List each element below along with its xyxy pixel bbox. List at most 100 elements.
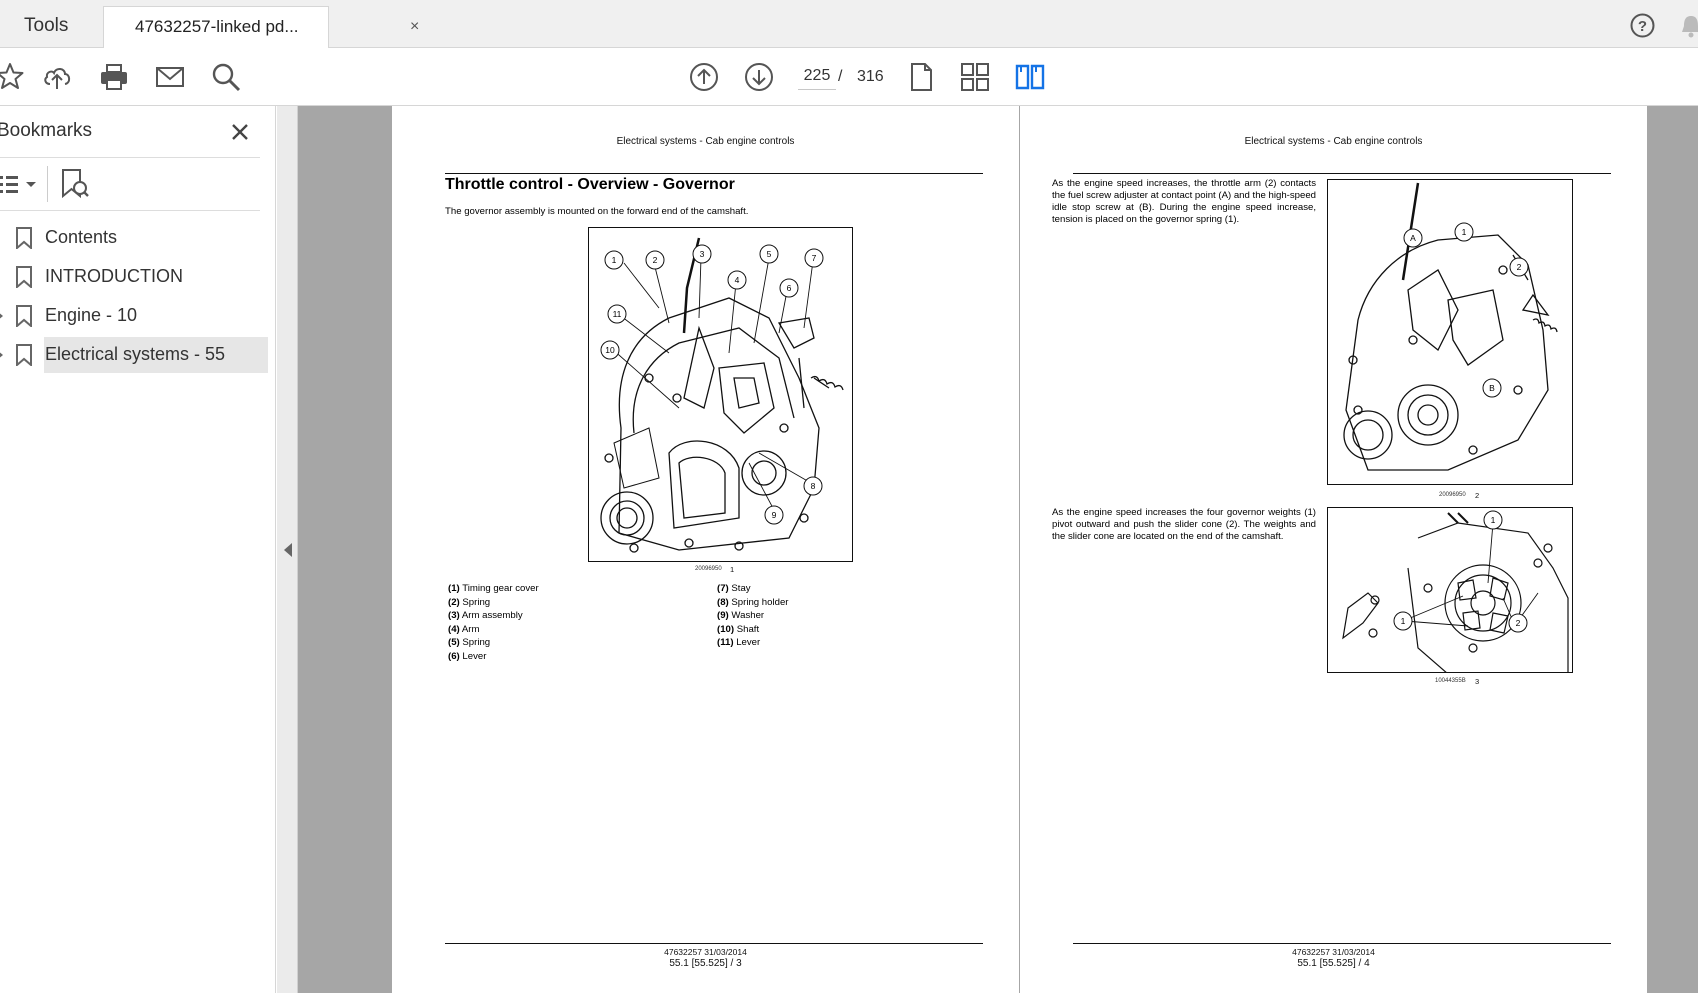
svg-text:6: 6 [787, 283, 792, 293]
callout-9: 9 [764, 505, 784, 525]
svg-text:3: 3 [700, 249, 705, 259]
figure-number: 1 [730, 565, 735, 574]
legend-item: (1) Timing gear cover [448, 583, 539, 594]
bookmark-item-contents[interactable]: Contents [0, 220, 268, 256]
close-panel-icon[interactable] [228, 120, 252, 144]
legend-item: (8) Spring holder [717, 596, 789, 608]
callout-6: 6 [779, 278, 799, 298]
bookmark-item-engine[interactable]: Engine - 10 [0, 298, 268, 334]
figure-number: 3 [1475, 677, 1480, 686]
bookmark-icon [16, 227, 32, 249]
sidebar-divider [0, 210, 260, 211]
legend-column-left: (1) Timing gear cover (2) Spring (3) Arm… [448, 582, 688, 663]
page-header: Electrical systems - Cab engine controls [1244, 136, 1423, 147]
collapse-arrow-icon[interactable] [284, 543, 292, 557]
callout-1-top: 1 [1483, 510, 1503, 530]
svg-text:1: 1 [1491, 515, 1496, 525]
svg-text:2: 2 [653, 255, 658, 265]
svg-text:10: 10 [605, 345, 615, 355]
bookmark-label: Engine - 10 [45, 305, 138, 325]
pdf-page-right: Electrical systems - Cab engine controls… [1020, 106, 1647, 993]
callout-1-left: 1 [1393, 611, 1413, 631]
page-footer-date: 47632257 31/03/2014 [1292, 947, 1375, 957]
tab-tools[interactable]: Tools [0, 6, 103, 48]
svg-text:1: 1 [612, 255, 617, 265]
callout-11: 11 [607, 304, 627, 324]
svg-text:A: A [1410, 233, 1416, 243]
two-page-icon[interactable] [1014, 61, 1046, 93]
tab-bar: Tools 47632257-linked pd... × ? [0, 0, 1698, 49]
expand-arrow-icon[interactable] [0, 311, 3, 321]
help-icon[interactable]: ? [1630, 13, 1655, 38]
bookmark-options-icon[interactable] [0, 170, 40, 200]
document-viewer[interactable]: Electrical systems - Cab engine controls… [277, 106, 1698, 993]
panel-collapse-strip[interactable] [277, 106, 298, 993]
bookmark-star-icon[interactable] [0, 61, 26, 93]
svg-text:B: B [1489, 383, 1495, 393]
legend-item: (11) Lever [717, 637, 761, 648]
governor-weights-illustration: 1 1 2 [1342, 510, 1569, 672]
legend-item: (5) Spring [448, 637, 491, 648]
bookmark-icon [16, 344, 32, 366]
legend-item: (6) Lever [448, 650, 487, 662]
legend-column-right: (7) Stay (8) Spring holder (9) Washer (1… [717, 582, 957, 650]
page-thumbnails-icon[interactable] [959, 61, 991, 93]
svg-text:9: 9 [772, 510, 777, 520]
mail-icon[interactable] [154, 61, 186, 93]
tab-document[interactable]: 47632257-linked pd... × [103, 6, 419, 49]
page-footer-ref: 55.1 [55.525] / 3 [669, 958, 742, 969]
paragraph-throttle-arm: As the engine speed increases, the throt… [1052, 178, 1316, 225]
bookmark-label: INTRODUCTION [45, 266, 183, 286]
page-separator: / [838, 68, 843, 85]
bookmark-item-introduction[interactable]: INTRODUCTION [0, 259, 268, 295]
figure-number: 2 [1475, 491, 1480, 500]
svg-text:2: 2 [1516, 618, 1521, 628]
callout-1: 1 [1454, 222, 1474, 242]
prev-page-icon[interactable] [688, 61, 720, 93]
expand-arrow-icon[interactable] [0, 350, 3, 360]
paragraph-governor-weights: As the engine speed increases the four g… [1052, 507, 1316, 542]
callout-7: 7 [804, 248, 824, 268]
bookmark-item-electrical-systems[interactable]: Electrical systems - 55 [0, 337, 268, 373]
single-page-icon[interactable] [905, 61, 937, 93]
tab-close-icon[interactable]: × [410, 7, 419, 47]
legend-item: (2) Spring [448, 596, 491, 608]
callout-5: 5 [759, 244, 779, 264]
next-page-icon[interactable] [743, 61, 775, 93]
callout-a: A [1403, 228, 1423, 248]
page-footer-date: 47632257 31/03/2014 [664, 947, 747, 957]
notification-bell-icon[interactable] [1680, 13, 1698, 39]
svg-text:1: 1 [1401, 616, 1406, 626]
section-title: Throttle control - Overview - Governor [445, 176, 735, 193]
legend-item: (7) Stay [717, 583, 751, 594]
page-number-input[interactable] [798, 62, 836, 90]
svg-text:7: 7 [812, 253, 817, 263]
zoom-icon[interactable] [210, 61, 242, 93]
governor-illustration: 1 2 3 4 5 6 7 8 9 10 11 [600, 237, 844, 553]
legend-item: (9) Washer [717, 610, 765, 621]
callout-3: 3 [692, 244, 712, 264]
print-icon[interactable] [98, 61, 130, 93]
governor-weights-diagram: 1 1 2 [1327, 507, 1573, 673]
bookmark-label: Electrical systems - 55 [45, 344, 226, 364]
toolbar-separator [47, 166, 48, 202]
page-total: 316 [857, 68, 884, 85]
add-bookmark-icon[interactable] [60, 168, 90, 200]
svg-text:11: 11 [613, 309, 622, 319]
upload-cloud-icon[interactable] [41, 61, 73, 93]
callout-4: 4 [727, 270, 747, 290]
legend-item: (10) Shaft [717, 623, 760, 635]
pdf-reader-window: Tools 47632257-linked pd... × ? 225 / 31… [0, 0, 1698, 993]
pdf-page-left: Electrical systems - Cab engine controls… [392, 106, 1019, 993]
figure-caption: 10044355B [1435, 678, 1466, 684]
figure-caption: 20096950 [695, 566, 722, 572]
callout-2: 2 [645, 250, 665, 270]
figure-caption: 20096950 [1439, 492, 1466, 498]
svg-text:2: 2 [1517, 262, 1522, 272]
bookmark-icon [16, 305, 32, 327]
throttle-arm-illustration: A 1 2 B [1343, 182, 1558, 471]
toolbar: / 316 [0, 48, 1698, 106]
svg-text:4: 4 [735, 275, 740, 285]
callout-8: 8 [803, 476, 823, 496]
bookmark-label: Contents [45, 227, 118, 247]
